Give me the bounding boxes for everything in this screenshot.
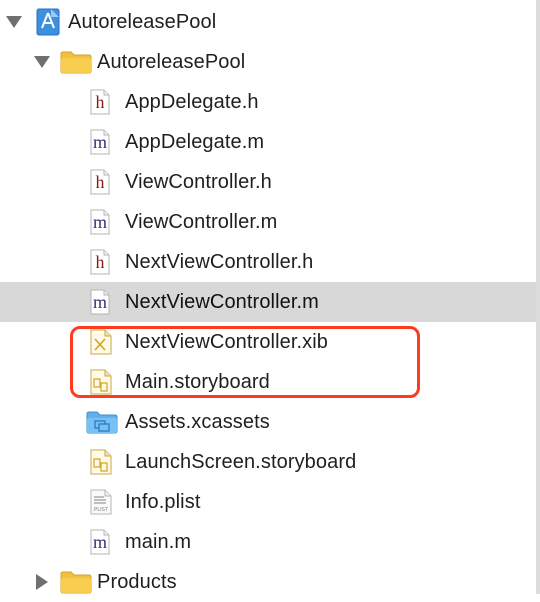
implementation-file-icon: m	[90, 129, 112, 155]
file-label: main.m	[125, 531, 192, 553]
implementation-file-icon: m	[90, 209, 112, 235]
file-type-letter: m	[92, 292, 107, 312]
group-row[interactable]: AutoreleasePool	[0, 42, 536, 82]
file-type-letter: m	[92, 132, 107, 152]
file-type-letter: m	[92, 532, 107, 552]
header-file-icon: h	[90, 249, 112, 275]
header-file-icon: h	[90, 89, 112, 115]
implementation-file-icon: m	[90, 529, 112, 555]
folder-icon	[60, 570, 92, 594]
file-label: NextViewController.h	[125, 251, 314, 273]
storyboard-file-icon	[90, 449, 112, 475]
file-label: Assets.xcassets	[125, 411, 270, 433]
file-type-letter: h	[95, 172, 105, 192]
file-row[interactable]: LaunchScreen.storyboard	[0, 442, 536, 482]
plist-file-icon: PLIST	[90, 489, 112, 515]
xcode-project-icon	[36, 8, 60, 36]
project-label: AutoreleasePool	[68, 11, 217, 33]
group-label: AutoreleasePool	[97, 51, 246, 73]
asset-catalog-icon	[86, 410, 118, 434]
plist-badge: PLIST	[94, 507, 108, 513]
file-row[interactable]: Assets.xcassets	[0, 402, 536, 442]
project-row[interactable]: AutoreleasePool	[0, 2, 536, 42]
file-row-selected[interactable]: m NextViewController.m	[0, 282, 536, 322]
file-label: AppDelegate.m	[125, 131, 265, 153]
disclosure-expanded-icon[interactable]	[6, 16, 22, 28]
file-label: LaunchScreen.storyboard	[125, 451, 357, 473]
project-navigator: AutoreleasePool AutoreleasePool h AppDel…	[0, 0, 540, 594]
file-row[interactable]: h NextViewController.h	[0, 242, 536, 282]
file-row[interactable]: h AppDelegate.h	[0, 82, 536, 122]
file-type-letter: m	[92, 212, 107, 232]
products-label: Products	[97, 571, 177, 593]
file-type-letter: h	[95, 252, 105, 272]
implementation-file-icon: m	[90, 289, 112, 315]
disclosure-expanded-icon[interactable]	[34, 56, 50, 68]
file-label: ViewController.h	[125, 171, 272, 193]
products-row[interactable]: Products	[0, 562, 536, 602]
file-label: ViewController.m	[125, 211, 278, 233]
file-row[interactable]: PLIST Info.plist	[0, 482, 536, 522]
file-type-letter: h	[95, 92, 105, 112]
folder-icon	[60, 50, 92, 74]
file-label: Info.plist	[125, 491, 201, 513]
file-label: AppDelegate.h	[125, 91, 259, 113]
file-row[interactable]: h ViewController.h	[0, 162, 536, 202]
file-row[interactable]: m ViewController.m	[0, 202, 536, 242]
disclosure-collapsed-icon[interactable]	[36, 574, 48, 590]
file-label: NextViewController.m	[125, 291, 319, 313]
file-row[interactable]: m AppDelegate.m	[0, 122, 536, 162]
pane-divider[interactable]	[536, 0, 540, 594]
header-file-icon: h	[90, 169, 112, 195]
file-row[interactable]: m main.m	[0, 522, 536, 562]
annotation-highlight-box	[70, 326, 420, 398]
